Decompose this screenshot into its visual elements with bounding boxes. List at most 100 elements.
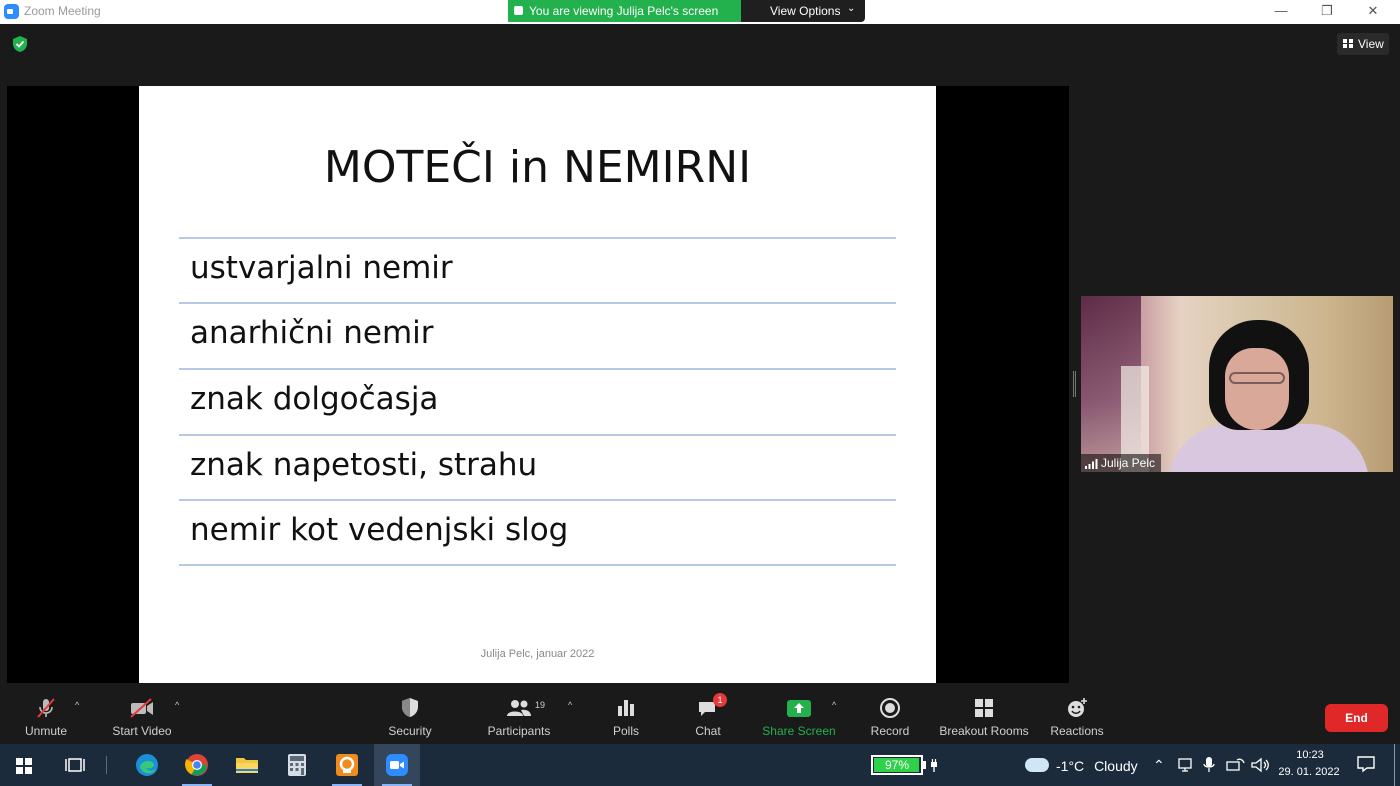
start-video-label: Start Video [112,724,172,738]
weather-widget[interactable]: -1°C Cloudy [1056,758,1138,774]
slide-divider [179,564,896,566]
presentation-slide: MOTEČI in NEMIRNI ustvarjalni nemir anar… [139,86,936,683]
network-icon[interactable] [1225,757,1245,773]
show-desktop-button[interactable] [1394,744,1395,786]
polls-button[interactable]: Polls [600,686,652,744]
slide-list-item: znak dolgočasja [190,381,439,417]
close-button[interactable]: ✕ [1350,0,1396,24]
calculator-icon [288,754,306,776]
slide-divider [179,499,896,501]
reactions-smiley-icon [1068,698,1087,717]
participants-icon [507,700,531,716]
slide-title: MOTEČI in NEMIRNI [323,142,752,193]
show-hidden-icons-chevron-icon[interactable]: ⌃ [1153,757,1165,774]
microphone-muted-icon [37,698,55,718]
participants-label: Participants [487,724,551,738]
participant-video[interactable]: Julija Pelc [1081,296,1393,472]
taskbar-app-file-explorer[interactable] [224,744,270,786]
edge-icon [136,754,158,776]
slide-list-item: znak napetosti, strahu [190,447,538,483]
record-button[interactable]: Record [864,686,916,744]
reactions-label: Reactions [1050,724,1104,738]
breakout-rooms-icon [975,699,993,717]
minimize-button[interactable]: — [1258,0,1304,24]
security-shield-icon [402,698,418,717]
volume-icon[interactable] [1250,757,1270,773]
audio-options-caret-icon[interactable]: ^ [75,700,79,710]
unmute-label: Unmute [24,724,68,738]
participant-figure [1225,348,1289,430]
maximize-button[interactable]: ❐ [1304,0,1350,24]
reactions-button[interactable]: Reactions [1046,686,1108,744]
view-button[interactable]: View [1337,33,1389,55]
view-options-label: View Options [770,4,841,18]
taskbar-app-chrome[interactable] [174,744,220,786]
chat-button[interactable]: 1 Chat [682,686,734,744]
zoom-icon [386,754,408,776]
start-video-button[interactable]: Start Video [108,686,176,744]
view-button-label: View [1358,37,1384,51]
start-button[interactable] [0,744,48,786]
zoom-app-icon [4,4,19,19]
video-off-icon [130,698,153,718]
file-explorer-icon [236,758,258,773]
view-options-button[interactable]: View Options ⌄ [741,0,865,22]
shared-screen: MOTEČI in NEMIRNI ustvarjalni nemir anar… [7,86,1069,683]
share-screen-button[interactable]: Share Screen [760,686,838,744]
taskbar-separator [106,756,107,774]
breakout-rooms-button[interactable]: Breakout Rooms [936,686,1032,744]
share-screen-label: Share Screen [762,724,836,738]
screen-share-indicator-icon [514,6,523,15]
slide-list-item: anarhični nemir [190,315,434,351]
power-plug-icon [931,759,937,772]
slide-divider [179,237,896,239]
slide-footer: Julija Pelc, januar 2022 [480,648,595,660]
participants-options-caret-icon[interactable]: ^ [568,700,572,710]
grid-view-icon [1343,39,1353,48]
notifications-icon[interactable] [1356,755,1376,773]
video-options-caret-icon[interactable]: ^ [175,700,179,710]
microphone-icon[interactable] [1203,756,1215,774]
participants-count: 19 [535,700,546,710]
task-view-icon [65,758,85,772]
chat-unread-badge: 1 [713,693,727,707]
breakout-rooms-label: Breakout Rooms [939,724,1029,738]
chrome-icon [185,754,208,776]
weather-temperature: -1°C [1056,758,1085,774]
chevron-down-icon: ⌄ [847,3,856,14]
taskbar-clock-time[interactable]: 10:23 [1280,749,1340,761]
viewing-banner-text: You are viewing Julija Pelc's screen [529,4,719,18]
participant-name-tag: Julija Pelc [1081,454,1162,472]
window-title: Zoom Meeting [24,4,101,18]
slide-divider [179,368,896,370]
polls-label: Polls [612,724,639,738]
slide-list-item: ustvarjalni nemir [190,250,453,286]
taskbar-app-presentation[interactable] [324,744,370,786]
chat-label: Chat [695,724,721,738]
security-button[interactable]: Security [382,686,438,744]
polls-icon [618,700,634,716]
participants-button[interactable]: 19 Participants [484,686,554,744]
viewing-banner: You are viewing Julija Pelc's screen [508,0,741,22]
task-view-button[interactable] [54,744,96,786]
taskbar-app-calculator[interactable] [274,744,320,786]
taskbar-app-edge[interactable] [124,744,170,786]
taskbar-clock-date[interactable]: 29. 01. 2022 [1276,766,1342,778]
meeting-toolbar: Unmute ^ Start Video ^ Security 19 Parti… [0,686,1400,744]
record-icon [880,698,900,718]
slide-list-item: nemir kot vedenjski slog [190,512,569,548]
share-options-caret-icon[interactable]: ^ [832,700,836,710]
presentation-app-icon [336,754,358,776]
resize-handle[interactable] [1073,371,1076,397]
end-meeting-button[interactable]: End [1325,704,1388,732]
unmute-button[interactable]: Unmute [14,686,78,744]
security-label: Security [388,724,432,738]
encryption-shield-icon[interactable] [12,35,28,53]
windows-logo-icon [16,758,32,774]
display-icon[interactable] [1178,757,1194,773]
battery-indicator[interactable]: 97% [871,755,923,775]
battery-percent: 97% [884,758,910,772]
taskbar-app-zoom[interactable] [374,744,420,786]
participant-figure [1169,424,1369,472]
cloud-icon[interactable] [1025,758,1049,772]
